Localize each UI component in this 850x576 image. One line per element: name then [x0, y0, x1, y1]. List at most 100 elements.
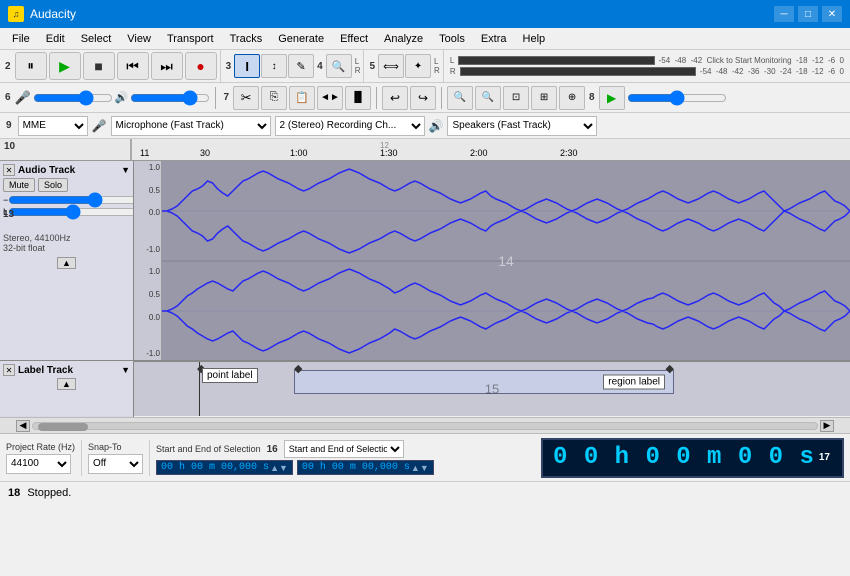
scroll-left-button[interactable]: ◀ — [16, 420, 30, 432]
device-row: 9 MME 🎤 Microphone (Fast Track) 2 (Stere… — [0, 113, 850, 139]
waveform-svg — [162, 161, 850, 360]
copy-button[interactable]: ⎘ — [261, 86, 287, 110]
menu-bar: File Edit Select View Transport Tracks G… — [0, 28, 850, 50]
snap-to-label: Snap-To — [88, 442, 143, 452]
menu-effect[interactable]: Effect — [332, 31, 376, 47]
selection-format-select[interactable]: Start and End of Selection — [284, 440, 404, 458]
badge-6: 6 — [5, 92, 11, 103]
tool-draw[interactable]: ✎ — [288, 54, 314, 78]
audio-track-name: Audio Track — [18, 165, 121, 176]
undo-button[interactable]: ↩ — [382, 86, 408, 110]
paste-button[interactable]: 📋 — [289, 86, 315, 110]
snap-to-section: Snap-To Off — [88, 442, 143, 474]
menu-edit[interactable]: Edit — [38, 31, 73, 47]
badge-13: 13 — [3, 209, 14, 220]
project-rate-label: Project Rate (Hz) — [6, 442, 75, 452]
title-bar: ♫ Audacity ─ □ ✕ — [0, 0, 850, 28]
menu-help[interactable]: Help — [515, 31, 554, 47]
scroll-right-button[interactable]: ▶ — [820, 420, 834, 432]
redo-button[interactable]: ↪ — [410, 86, 436, 110]
timeline-ruler[interactable]: 10 11 30 1:00 1:30 2:00 2:30 12 — [0, 139, 850, 161]
selection-start-spinner[interactable]: ▲▼ — [270, 463, 288, 473]
stop-button[interactable]: ■ — [83, 52, 115, 80]
solo-button[interactable]: Solo — [38, 178, 68, 192]
badge-16: 16 — [267, 444, 278, 455]
output-volume-slider[interactable] — [130, 92, 210, 104]
project-rate-select[interactable]: 44100 — [6, 454, 71, 474]
audio-track-dropdown[interactable]: ▼ — [121, 165, 130, 175]
input-volume-slider[interactable] — [33, 92, 113, 104]
label-track-dropdown[interactable]: ▼ — [121, 365, 130, 375]
region-label-text[interactable]: region label — [603, 375, 665, 390]
menu-transport[interactable]: Transport — [159, 31, 222, 47]
close-button[interactable]: ✕ — [822, 6, 842, 22]
play-button[interactable]: ▶ — [49, 52, 81, 80]
menu-file[interactable]: File — [4, 31, 38, 47]
menu-analyze[interactable]: Analyze — [376, 31, 431, 47]
region-end-pin: ◆ — [666, 362, 674, 375]
playback-speed-slider[interactable] — [627, 92, 727, 104]
trim-button[interactable]: ◄► — [317, 86, 343, 110]
menu-tools[interactable]: Tools — [431, 31, 473, 47]
ruler-30: 30 — [200, 148, 210, 158]
menu-generate[interactable]: Generate — [270, 31, 332, 47]
app-title: Audacity — [30, 7, 76, 21]
host-select[interactable]: MME — [18, 116, 88, 136]
label-track-close[interactable]: ✕ — [3, 364, 15, 376]
separator-2 — [149, 440, 150, 476]
y-axis--1.0-bot: -1.0 — [146, 349, 160, 358]
menu-extra[interactable]: Extra — [473, 31, 515, 47]
silence-button[interactable]: ▐▌ — [345, 86, 371, 110]
zoom-toggle-button[interactable]: ⊕ — [559, 86, 585, 110]
label-track-display[interactable]: 15 point label ◆ region label ◆ ◆ — [134, 361, 850, 416]
record-button[interactable]: ● — [185, 52, 217, 80]
snap-to-select[interactable]: Off — [88, 454, 143, 474]
mute-button[interactable]: Mute — [3, 178, 35, 192]
selection-end-spinner[interactable]: ▲▼ — [411, 463, 429, 473]
tool-timeshift[interactable]: ⟺ — [378, 54, 404, 78]
audio-track-header: ✕ Audio Track ▼ Mute Solo − + L R 13 — [0, 161, 133, 361]
y-axis-0.5-top: 0.5 — [149, 186, 160, 195]
channels-select[interactable]: 2 (Stereo) Recording Ch... — [275, 116, 425, 136]
tool-envelope[interactable]: ↕ — [261, 54, 287, 78]
point-label-text[interactable]: point label — [202, 368, 258, 383]
speaker-select[interactable]: Speakers (Fast Track) — [447, 116, 597, 136]
fit-track-button[interactable]: ⊞ — [531, 86, 557, 110]
scroll-track — [32, 422, 818, 430]
label-track-collapse[interactable]: ▲ — [57, 378, 76, 390]
maximize-button[interactable]: □ — [798, 6, 818, 22]
audio-track-close[interactable]: ✕ — [3, 164, 15, 176]
zoom-in-button[interactable]: 🔍 — [447, 86, 473, 110]
microphone-select[interactable]: Microphone (Fast Track) — [111, 116, 271, 136]
scroll-thumb[interactable] — [38, 423, 88, 431]
selection-end-display[interactable]: 00 h 00 m 00,000 s ▲▼ — [297, 460, 434, 475]
y-axis-0.0-top: 0.0 — [149, 208, 160, 217]
speaker-icon-toolbar: 🔊 — [115, 91, 129, 104]
status-bar: 18 Stopped. — [0, 481, 850, 503]
h-scrollbar[interactable]: ◀ ▶ — [0, 417, 850, 433]
menu-select[interactable]: Select — [73, 31, 120, 47]
tool-zoom[interactable]: 🔍 — [326, 54, 352, 78]
zoom-out-button[interactable]: 🔍 — [475, 86, 501, 110]
selection-start-display[interactable]: 00 h 00 m 00,000 s ▲▼ — [156, 460, 293, 475]
cut-button[interactable]: ✂ — [233, 86, 259, 110]
point-label-marker: point label ◆ — [194, 362, 200, 416]
tool-ibeam[interactable]: I — [234, 54, 260, 78]
audio-track-collapse[interactable]: ▲ — [57, 257, 76, 269]
waveform-display[interactable]: 14 — [162, 161, 850, 360]
window-controls: ─ □ ✕ — [774, 6, 842, 22]
bottom-bar: Project Rate (Hz) 44100 Snap-To Off Star… — [0, 433, 850, 481]
skip-start-button[interactable]: ⏮ — [117, 52, 149, 80]
y-axis-0.5-bot: 0.5 — [149, 290, 160, 299]
skip-end-button[interactable]: ⏭ — [151, 52, 183, 80]
fit-project-button[interactable]: ⊡ — [503, 86, 529, 110]
track-info: Stereo, 44100Hz 32-bit float — [3, 233, 130, 253]
pause-button[interactable]: ⏸ — [15, 52, 47, 80]
menu-view[interactable]: View — [119, 31, 159, 47]
minimize-button[interactable]: ─ — [774, 6, 794, 22]
menu-tracks[interactable]: Tracks — [222, 31, 271, 47]
pan-slider[interactable] — [8, 207, 134, 217]
play-at-speed-button[interactable]: ▶ — [599, 86, 625, 110]
badge-17: 17 — [819, 452, 830, 463]
tool-multi[interactable]: ✦ — [405, 54, 431, 78]
